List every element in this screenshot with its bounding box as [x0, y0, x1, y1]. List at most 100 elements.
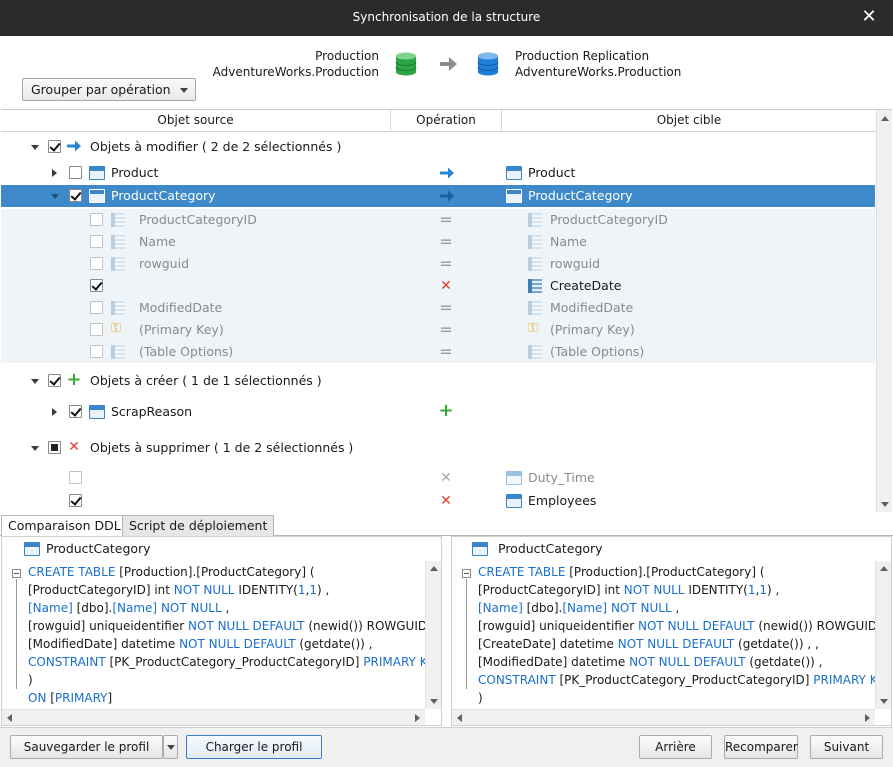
- group-row-create[interactable]: + Objets à créer ( 1 de 1 sélectionnés ): [1, 370, 875, 392]
- target-object: (Table Options): [550, 344, 645, 359]
- column-icon: [111, 345, 125, 359]
- collapse-icon[interactable]: [31, 446, 39, 451]
- checkbox[interactable]: [90, 213, 103, 226]
- collapse-icon[interactable]: [51, 194, 59, 199]
- load-profile-button[interactable]: Charger le profil: [186, 735, 322, 759]
- fold-toggle-icon[interactable]: [12, 569, 21, 578]
- fold-toggle-icon[interactable]: [462, 569, 471, 578]
- group-row-delete[interactable]: ✕ Objets à supprimer ( 1 de 2 sélectionn…: [1, 437, 875, 459]
- plus-icon: +: [66, 369, 82, 390]
- checkbox[interactable]: [48, 441, 61, 454]
- vertical-scrollbar[interactable]: [425, 561, 441, 709]
- horizontal-scrollbar[interactable]: [2, 709, 425, 725]
- title-bar: Synchronisation de la structure ✕: [0, 0, 893, 36]
- group-label: Objets à modifier ( 2 de 2 sélectionnés …: [90, 139, 342, 154]
- vertical-scrollbar[interactable]: [875, 561, 891, 709]
- checkbox[interactable]: [69, 494, 82, 507]
- column-header-operation[interactable]: Opération: [391, 110, 502, 132]
- scroll-left-icon[interactable]: [457, 714, 462, 722]
- save-profile-button[interactable]: Sauvegarder le profil: [10, 735, 163, 759]
- scroll-up-icon[interactable]: [880, 566, 888, 571]
- horizontal-scrollbar[interactable]: [452, 709, 875, 725]
- source-object: Product: [111, 165, 159, 180]
- code-token: CREATE TABLE: [28, 565, 116, 579]
- column-row[interactable]: ProductCategoryID = ProductCategoryID: [1, 209, 875, 231]
- scroll-up-icon[interactable]: [430, 566, 438, 571]
- table-row-scrapreason[interactable]: ScrapReason +: [1, 401, 875, 423]
- scroll-right-icon[interactable]: [415, 714, 420, 722]
- column-row[interactable]: rowguid = rowguid: [1, 253, 875, 275]
- checkbox[interactable]: [90, 345, 103, 358]
- checkbox[interactable]: [69, 405, 82, 418]
- checkbox[interactable]: [69, 189, 82, 202]
- scroll-down-icon[interactable]: [881, 502, 889, 507]
- scroll-down-icon[interactable]: [880, 699, 888, 704]
- back-button[interactable]: Arrière: [639, 735, 712, 759]
- column-header-source[interactable]: Objet source: [1, 110, 391, 132]
- code-line: ): [28, 671, 33, 689]
- column-row[interactable]: ⚿ (Primary Key) = ⚿ (Primary Key): [1, 319, 875, 341]
- table-row-employees[interactable]: ✕ Employees: [1, 490, 875, 512]
- code-token: 1: [759, 583, 767, 597]
- code-line: CONSTRAINT [PK_ProductCategory_ProductCa…: [478, 671, 875, 689]
- column-row[interactable]: Name = Name: [1, 231, 875, 253]
- group-by-dropdown[interactable]: Grouper par opération: [22, 78, 196, 101]
- checkbox[interactable]: [90, 301, 103, 314]
- checkbox[interactable]: [69, 471, 82, 484]
- code-token: ) ,: [316, 583, 330, 597]
- column-row[interactable]: (Table Options) = (Table Options): [1, 341, 875, 363]
- close-icon[interactable]: ✕: [859, 7, 879, 27]
- scroll-down-icon[interactable]: [430, 699, 438, 704]
- scroll-up-icon[interactable]: [881, 116, 889, 121]
- checkbox[interactable]: [90, 257, 103, 270]
- target-object: ProductCategoryID: [550, 212, 668, 227]
- checkbox[interactable]: [90, 235, 103, 248]
- collapse-icon[interactable]: [31, 379, 39, 384]
- comparison-grid: Objet source Opération Objet cible Objet…: [1, 109, 892, 512]
- checkbox[interactable]: [48, 140, 61, 153]
- tab-ddl-comparison[interactable]: Comparaison DDL: [1, 515, 128, 537]
- column-header-target[interactable]: Objet cible: [502, 110, 876, 132]
- chevron-down-icon: [180, 88, 188, 93]
- collapse-icon[interactable]: [31, 145, 39, 150]
- column-icon: [111, 235, 125, 249]
- modify-operation-icon: [440, 190, 454, 202]
- scroll-right-icon[interactable]: [865, 714, 870, 722]
- code-token: IDENTITY(: [684, 583, 748, 597]
- scroll-left-icon[interactable]: [7, 714, 12, 722]
- table-row-product[interactable]: Product Product: [1, 162, 875, 184]
- table-row-productcategory[interactable]: ProductCategory ProductCategory: [1, 185, 875, 207]
- checkbox[interactable]: [90, 323, 103, 336]
- code-token: [Name]: [478, 601, 523, 615]
- tab-deployment-script[interactable]: Script de déploiement: [122, 515, 275, 536]
- ddl-code-target[interactable]: CREATE TABLE [Production].[ProductCatego…: [452, 563, 875, 709]
- code-token: [Production].[ProductCategory] (: [115, 565, 315, 579]
- column-icon: [528, 257, 542, 271]
- code-token: ,: [221, 601, 230, 615]
- expand-icon[interactable]: [52, 408, 57, 416]
- target-object: rowguid: [550, 256, 600, 271]
- pane-title: ProductCategory: [498, 541, 603, 556]
- fold-guide: [466, 579, 467, 689]
- table-row-duty-time[interactable]: ✕ Duty_Time: [1, 467, 875, 489]
- grid-vertical-scrollbar[interactable]: [876, 110, 892, 512]
- checkbox[interactable]: [48, 374, 61, 387]
- equal-icon: =: [439, 232, 453, 251]
- checkbox[interactable]: [90, 279, 103, 292]
- column-icon: [111, 213, 125, 227]
- group-row-modify[interactable]: Objets à modifier ( 2 de 2 sélectionnés …: [1, 136, 875, 158]
- next-button[interactable]: Suivant: [810, 735, 883, 759]
- target-database: AdventureWorks.Production: [515, 65, 682, 79]
- column-row[interactable]: ✕ CreateDate: [1, 275, 875, 297]
- checkbox[interactable]: [69, 166, 82, 179]
- recompare-button[interactable]: Recomparer: [724, 735, 798, 759]
- save-profile-menu-button[interactable]: [163, 735, 178, 759]
- source-object: (Table Options): [139, 344, 234, 359]
- expand-icon[interactable]: [52, 169, 57, 177]
- target-object: Product: [528, 165, 576, 180]
- column-row[interactable]: ModifiedDate = ModifiedDate: [1, 297, 875, 319]
- pane-header: ProductCategory: [2, 537, 441, 561]
- sync-direction-arrow-icon: [440, 57, 457, 71]
- ddl-code-source[interactable]: CREATE TABLE [Production].[ProductCatego…: [2, 563, 425, 709]
- source-object: ProductCategoryID: [139, 212, 257, 227]
